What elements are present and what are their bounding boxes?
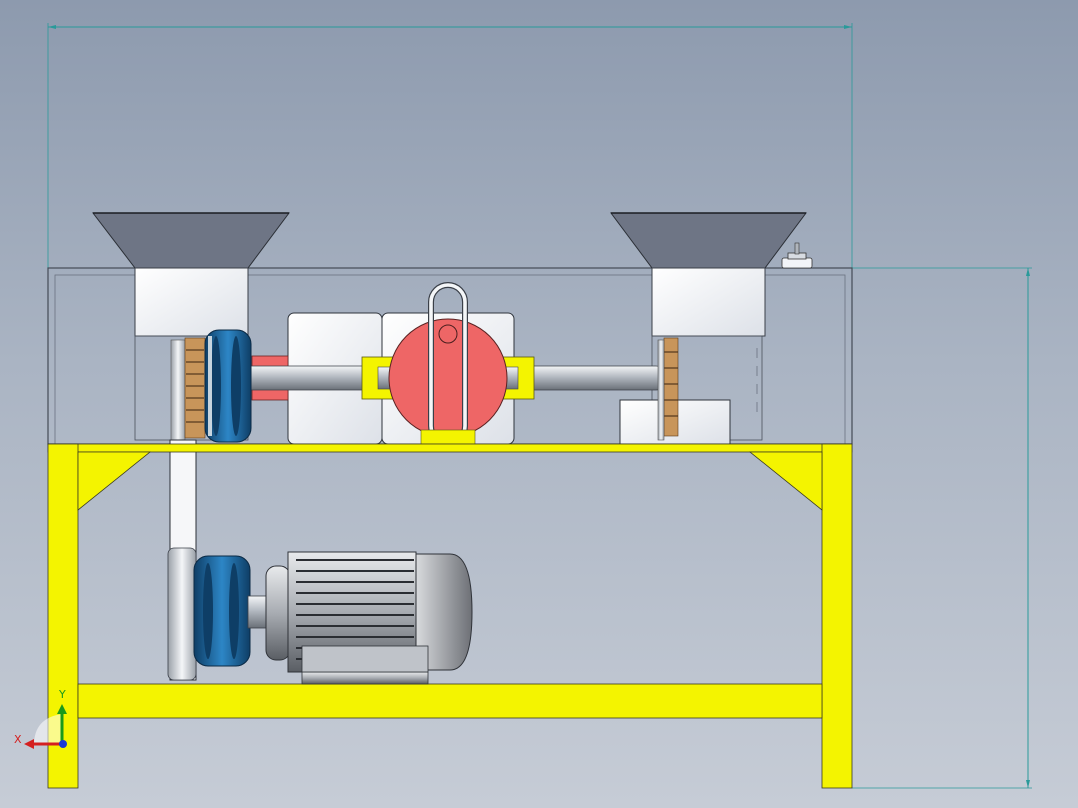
fitting-base [781, 257, 813, 269]
link-pin [438, 324, 458, 344]
arrowhead [1026, 268, 1030, 276]
frame-top-rail [47, 443, 853, 453]
cad-viewport[interactable]: Y X [0, 0, 1078, 808]
triad-z-axis [59, 740, 67, 748]
rotor-disc-left [170, 339, 186, 445]
hopper-throat [651, 267, 766, 337]
arrowhead [844, 25, 852, 29]
left-rotor[interactable] [170, 329, 252, 445]
motor-pulley-disc [167, 547, 197, 681]
pulley-groove [211, 336, 221, 436]
pulley-flange [208, 336, 212, 436]
frame-gusset-right [748, 451, 823, 511]
motor-pulley[interactable] [167, 547, 273, 681]
hopper-funnel [610, 212, 807, 269]
hopper-funnel [91, 212, 290, 269]
arrowhead [48, 25, 56, 29]
blade-pack-left [184, 337, 206, 439]
pulley-groove [229, 563, 239, 659]
terminal-box [301, 645, 429, 673]
triad-x-arrow [24, 739, 34, 749]
coordinate-triad [24, 704, 67, 749]
frame-gusset-left [77, 451, 152, 511]
hopper-throat [134, 267, 249, 337]
fitting-stem [794, 242, 800, 255]
motor-pulley-body [193, 555, 251, 667]
pulley-groove [231, 336, 241, 436]
rotor-disc-right [657, 339, 665, 441]
link-center-bar [436, 366, 460, 390]
triad-x-label: X [14, 733, 22, 746]
blade-pack-right [663, 337, 679, 437]
eccentric-mechanism[interactable] [388, 282, 508, 446]
motor[interactable] [265, 551, 473, 685]
motor-foot [301, 671, 429, 685]
motor-flange [265, 565, 291, 661]
assembly-drawing[interactable] [0, 0, 1078, 808]
frame-right-leg [821, 443, 853, 789]
triad-y-label: Y [59, 688, 66, 701]
link-base [420, 429, 476, 445]
arrowhead [1026, 780, 1030, 788]
triad-shadow [34, 714, 62, 745]
pulley-groove [203, 563, 213, 659]
vent-fitting[interactable] [781, 242, 813, 269]
frame-lower-rail [77, 683, 823, 719]
